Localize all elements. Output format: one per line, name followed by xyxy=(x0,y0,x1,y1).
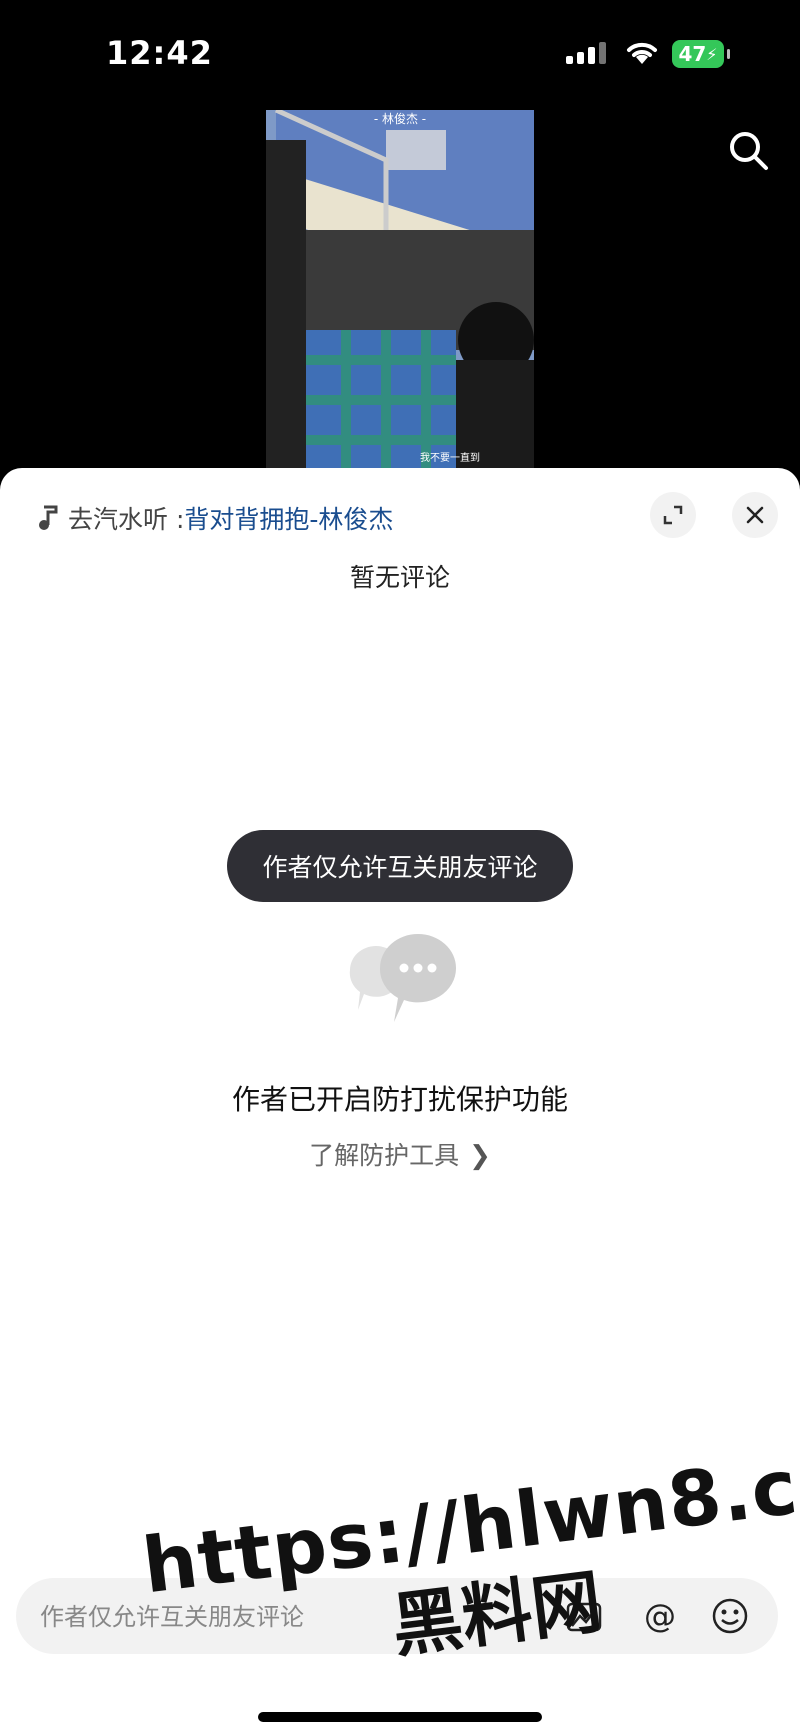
close-icon xyxy=(746,506,764,524)
music-link-row[interactable]: 去汽水听 : 背对背拥抱-林俊杰 xyxy=(36,498,393,538)
music-link[interactable]: 背对背拥抱-林俊杰 xyxy=(184,500,393,536)
toast-message: 作者仅允许互关朋友评论 xyxy=(227,830,573,902)
protection-tools-label: 了解防护工具 xyxy=(309,1141,460,1170)
protection-tools-link[interactable]: 了解防护工具 ❯ xyxy=(0,1136,800,1172)
comment-sheet: 去汽水听 : 背对背拥抱-林俊杰 暂无评论 作者仅允许互关朋友评论 作者已开启防… xyxy=(0,468,800,1736)
search-icon[interactable] xyxy=(726,128,770,172)
expand-button[interactable] xyxy=(650,492,696,538)
video-preview[interactable]: - 林俊杰 - 我不要一直到 xyxy=(266,110,534,472)
close-button[interactable] xyxy=(732,492,778,538)
chevron-right-icon: ❯ xyxy=(469,1141,491,1171)
status-time: 12:42 xyxy=(106,34,213,72)
expand-icon xyxy=(663,505,683,525)
signal-icon xyxy=(566,42,608,64)
video-frame xyxy=(266,110,534,472)
protection-title: 作者已开启防打扰保护功能 xyxy=(231,1083,568,1116)
video-caption-top: - 林俊杰 - xyxy=(373,112,427,126)
music-note-icon xyxy=(39,505,58,530)
battery-indicator: 47 ⚡ xyxy=(672,40,730,68)
battery-level: 47 xyxy=(678,42,707,66)
music-prefix: 去汽水听 : xyxy=(68,505,185,534)
video-caption-bottom: 我不要一直到 xyxy=(420,453,480,464)
status-bar: 12:42 47 ⚡ xyxy=(0,0,800,110)
comments-title: 暂无评论 xyxy=(349,563,450,592)
comment-bubbles-icon xyxy=(349,934,456,1022)
wifi-icon xyxy=(627,42,657,64)
watermark: https://hlwn8.com 黑料网 xyxy=(138,1425,800,1731)
